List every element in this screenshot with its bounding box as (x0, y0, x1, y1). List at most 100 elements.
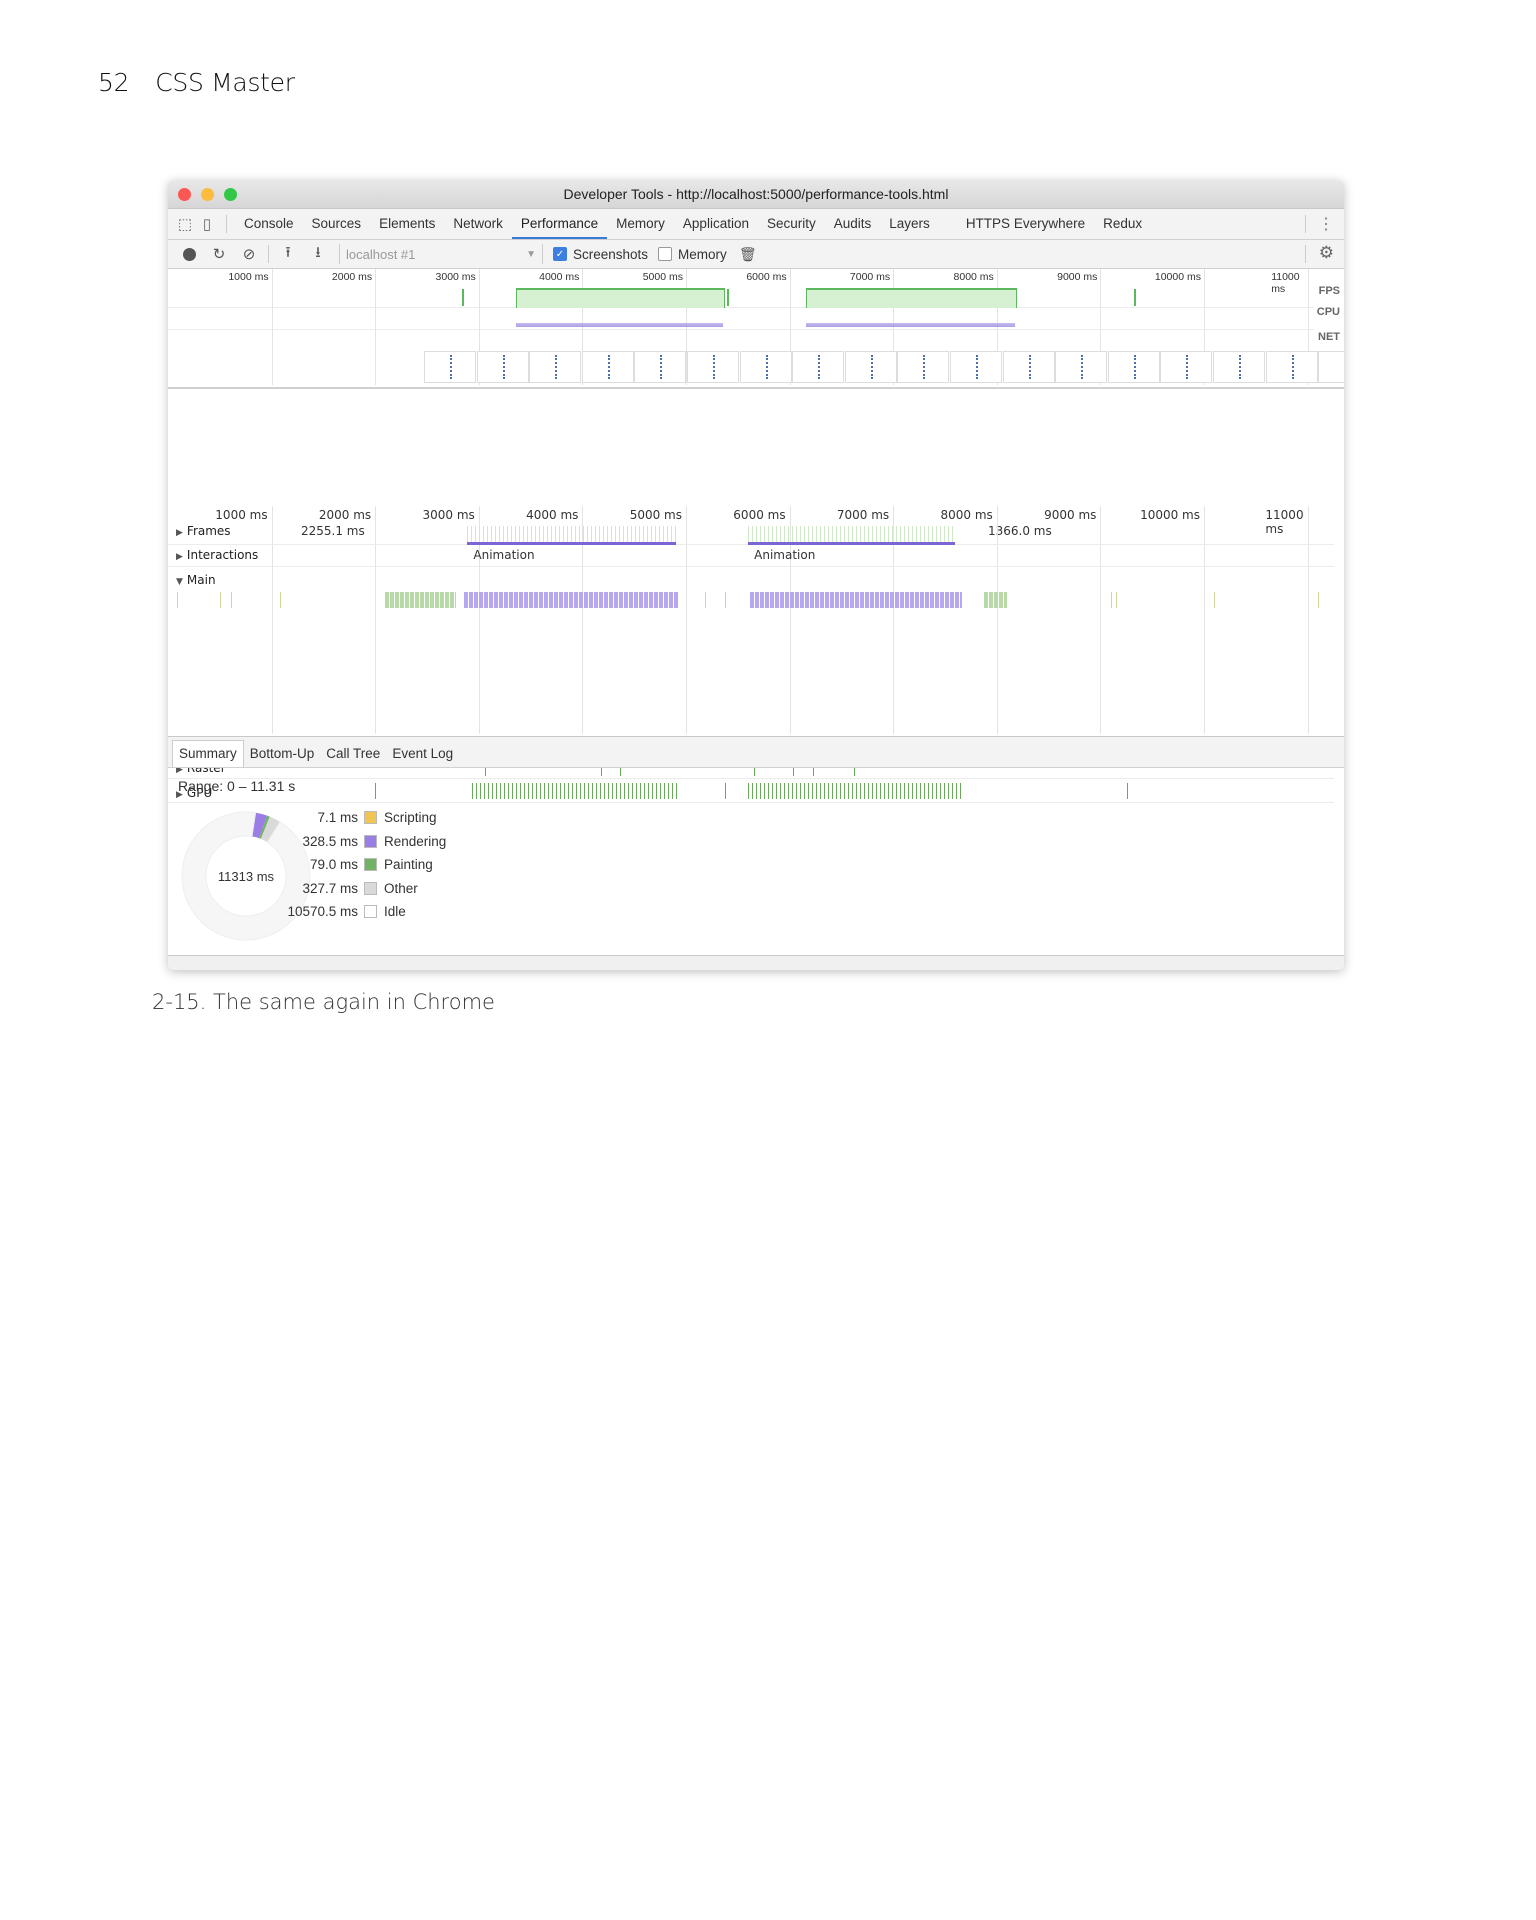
tab-performance[interactable]: Performance (511, 209, 608, 239)
overview-tick-label: 7000 ms (849, 271, 891, 283)
screenshot-thumbnail[interactable] (476, 351, 529, 383)
expand-arrow-icon: ▶ (176, 552, 183, 562)
interaction-bar[interactable] (748, 542, 956, 545)
legend-label: Other (384, 880, 418, 896)
fps-bar (516, 288, 726, 308)
track-frames[interactable]: ▶ Frames (176, 524, 231, 538)
flame-tick-label: 5000 ms (629, 508, 682, 522)
device-toolbar-icon[interactable]: ▯ (196, 213, 218, 235)
tab-elements[interactable]: Elements (370, 209, 444, 239)
track-divider (168, 566, 1334, 567)
more-options-icon[interactable]: ⋮ (1318, 214, 1334, 234)
grid-line (1100, 506, 1102, 734)
screenshot-thumbnail[interactable] (1107, 351, 1160, 383)
book-title: CSS Master (155, 68, 295, 97)
checkbox-checked-icon: ✓ (553, 247, 567, 261)
tab-console[interactable]: Console (235, 209, 303, 239)
load-profile-button[interactable]: ⭱ (273, 242, 303, 266)
tab-redux[interactable]: Redux (1094, 209, 1151, 239)
clear-button[interactable]: ⊘ (234, 242, 264, 266)
screenshot-thumbnail[interactable] (1265, 351, 1318, 383)
cpu-usage-area (806, 323, 1016, 327)
page-header: 52 CSS Master (98, 68, 295, 97)
painting-tasks[interactable] (984, 592, 1008, 608)
legend-value: 7.1 ms (317, 810, 358, 826)
timeline-overview[interactable]: FPS CPU NET 1000 ms 2000 ms 3000 ms 4000 ms… (168, 269, 1344, 389)
task-tick (1115, 592, 1117, 608)
grid-line (375, 506, 377, 734)
rendering-tasks[interactable] (750, 592, 962, 608)
overview-tick-label: 4000 ms (539, 271, 580, 283)
track-interactions[interactable]: ▶ Interactions (176, 548, 258, 562)
overview-tick-label: 3000 ms (435, 271, 476, 283)
details-tab-event-log[interactable]: Event Log (386, 741, 459, 767)
tab-audits[interactable]: Audits (825, 209, 881, 239)
screenshot-thumbnail[interactable] (1318, 351, 1344, 383)
screenshot-thumbnail[interactable] (897, 351, 950, 383)
legend-value: 328.5 ms (302, 833, 358, 849)
tab-layers[interactable]: Layers (880, 209, 939, 239)
memory-checkbox[interactable]: Memory (658, 247, 727, 262)
track-main-label: Main (186, 573, 216, 587)
overview-tick-label: 10000 ms (1154, 271, 1201, 283)
task-tick (1214, 592, 1216, 608)
legend-item-rendering: 328.5 ms Rendering (278, 830, 446, 854)
screenshot-thumbnail[interactable] (1002, 351, 1055, 383)
flame-tick-label: 7000 ms (836, 508, 890, 522)
reload-record-button[interactable]: ↻ (204, 242, 234, 266)
inspect-element-icon[interactable]: ⬚ (174, 213, 196, 235)
rendering-tasks[interactable] (464, 592, 678, 608)
screenshot-thumbnail[interactable] (739, 351, 792, 383)
screenshot-thumbnail[interactable] (844, 351, 897, 383)
screenshot-thumbnail[interactable] (1213, 351, 1265, 383)
tab-memory[interactable]: Memory (607, 209, 674, 239)
clear-icon: ⊘ (242, 246, 256, 263)
reload-icon: ↻ (212, 246, 226, 263)
legend-item-other: 327.7 ms Other (278, 877, 446, 901)
download-icon: ⭳ (315, 243, 321, 261)
screenshot-thumbnail[interactable] (687, 351, 739, 383)
track-main[interactable]: ▼ Main (176, 573, 216, 587)
legend-item-scripting: 7.1 ms Scripting (278, 806, 446, 830)
memory-label: Memory (678, 246, 727, 262)
screenshot-thumbnail[interactable] (424, 351, 476, 383)
screenshot-thumbnail[interactable] (634, 351, 687, 383)
screenshot-thumbnail[interactable] (1055, 351, 1108, 383)
save-profile-button[interactable]: ⭳ (303, 242, 333, 266)
tab-application[interactable]: Application (674, 209, 758, 239)
screenshot-thumbnail[interactable] (792, 351, 845, 383)
screenshot-thumbnail[interactable] (950, 351, 1002, 383)
interaction-bar[interactable] (467, 542, 676, 545)
figure-caption: 2-15. The same again in Chrome (152, 990, 495, 1014)
title-bar: Developer Tools - http://localhost:5000/… (168, 180, 1344, 209)
screenshots-checkbox[interactable]: ✓ Screenshots (553, 247, 648, 262)
details-tab-bottom-up[interactable]: Bottom-Up (244, 741, 321, 767)
task-tick (219, 592, 221, 608)
collect-garbage-icon[interactable]: 🗑 (739, 246, 757, 263)
details-tab-call-tree[interactable]: Call Tree (320, 741, 386, 767)
screenshots-label: Screenshots (573, 246, 649, 262)
panel-tabbar: ⬚ ▯ Console Sources Elements Network Perform… (168, 209, 1344, 240)
record-button[interactable] (174, 242, 204, 266)
frame-duration-label: 2255.1 ms (301, 524, 365, 538)
overview-tick-label: 1000 ms (228, 271, 269, 283)
legend-value: 79.0 ms (309, 857, 358, 873)
profile-select[interactable]: localhost #1 ▼ (339, 244, 543, 264)
settings-gear-icon[interactable]: ⚙ (1319, 243, 1334, 263)
expand-arrow-icon: ▶ (176, 528, 183, 538)
legend-label: Rendering (384, 833, 447, 849)
legend-swatch (364, 858, 377, 872)
details-tab-summary[interactable]: Summary (172, 740, 244, 767)
tab-sources[interactable]: Sources (303, 209, 371, 239)
painting-tasks[interactable] (384, 592, 456, 608)
tab-network[interactable]: Network (444, 209, 512, 239)
page-number: 52 (98, 68, 130, 97)
tab-https-everywhere[interactable]: HTTPS Everywhere (957, 209, 1094, 239)
tab-security[interactable]: Security (758, 209, 825, 239)
screenshot-thumbnail[interactable] (581, 351, 634, 383)
screenshot-thumbnail[interactable] (529, 351, 582, 383)
screenshot-thumbnail[interactable] (1160, 351, 1213, 383)
flame-tick-label: 11000 ms (1265, 508, 1304, 536)
task-tick (704, 592, 706, 608)
fps-spike (1133, 289, 1136, 306)
